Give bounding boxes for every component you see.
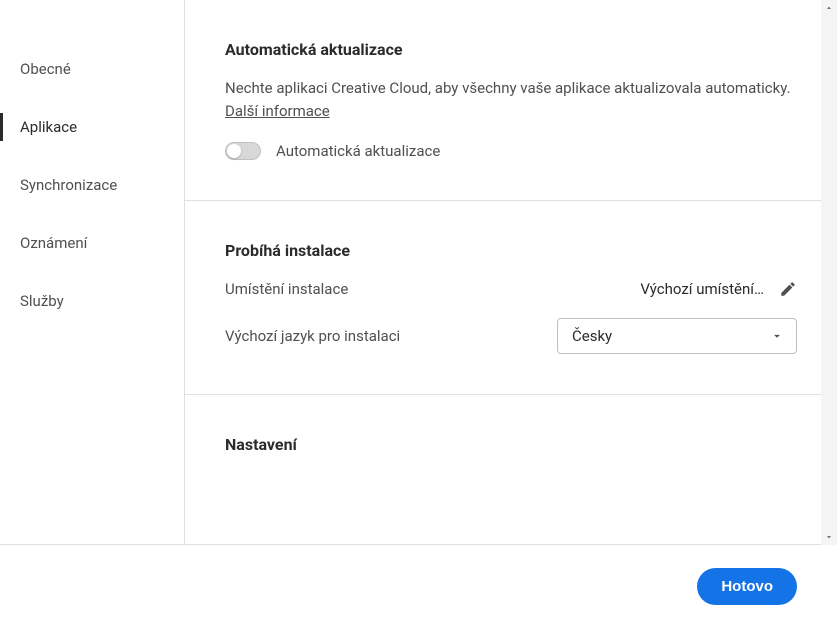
sidebar-item-general[interactable]: Obecné [0,40,184,98]
scrollbar-up-arrow[interactable] [821,0,837,16]
triangle-down-icon [824,532,834,542]
install-location-row: Umístění instalace Výchozí umístění… [225,280,797,298]
scrollbar[interactable] [821,0,837,545]
section-install: Probíhá instalace Umístění instalace Výc… [185,201,837,395]
triangle-up-icon [824,3,834,13]
section-description: Nechte aplikaci Creative Cloud, aby všec… [225,77,797,122]
footer: Hotovo [0,545,837,627]
language-select[interactable]: Česky [557,318,797,354]
install-language-label: Výchozí jazyk pro instalaci [225,327,400,345]
content-panel: Automatická aktualizace Nechte aplikaci … [185,0,837,544]
scrollbar-track[interactable] [821,0,837,513]
more-info-link[interactable]: Další informace [225,102,330,120]
sidebar-item-label: Synchronizace [20,176,117,194]
sidebar-item-label: Oznámení [20,234,87,252]
section-title: Probíhá instalace [225,241,797,260]
install-location-value: Výchozí umístění… [640,280,764,298]
sidebar-item-applications[interactable]: Aplikace [0,98,184,156]
install-location-label: Umístění instalace [225,280,348,298]
sidebar-item-label: Aplikace [20,118,77,136]
install-language-row: Výchozí jazyk pro instalaci Česky [225,318,797,354]
toggle-label: Automatická aktualizace [276,142,440,160]
sidebar-item-notifications[interactable]: Oznámení [0,214,184,272]
install-location-value-row: Výchozí umístění… [640,280,797,298]
auto-update-toggle[interactable] [225,142,261,160]
sidebar-item-label: Obecné [20,60,71,78]
toggle-knob [227,144,241,158]
chevron-down-icon [770,329,784,343]
toggle-row: Automatická aktualizace [225,142,797,160]
section-title: Automatická aktualizace [225,40,797,59]
sidebar: Obecné Aplikace Synchronizace Oznámení S… [0,0,185,544]
sidebar-item-sync[interactable]: Synchronizace [0,156,184,214]
sidebar-item-label: Služby [20,292,64,310]
sidebar-item-services[interactable]: Služby [0,272,184,330]
pencil-icon[interactable] [779,280,797,298]
section-title: Nastavení [225,435,797,454]
done-button[interactable]: Hotovo [697,568,797,605]
section-settings: Nastavení [185,395,837,512]
language-select-value: Česky [572,327,612,345]
scrollbar-down-arrow[interactable] [821,529,837,545]
section-auto-update: Automatická aktualizace Nechte aplikaci … [185,0,837,201]
